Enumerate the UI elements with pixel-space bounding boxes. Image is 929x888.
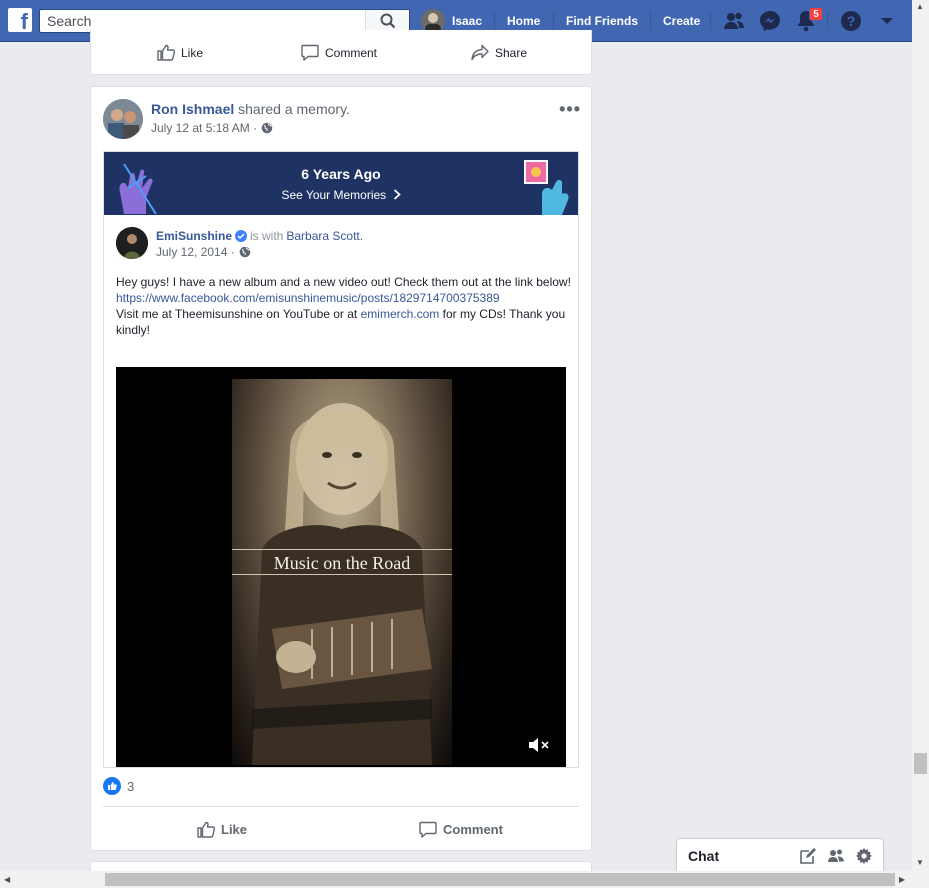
- original-post-date[interactable]: July 12, 2014 ·: [156, 245, 235, 259]
- nav-divider: [553, 12, 554, 30]
- with-text: is with: [250, 229, 284, 243]
- original-poster-name-link[interactable]: EmiSunshine: [156, 229, 232, 243]
- memory-attachment: 6 Years Ago See Your Memories EmiSunshin…: [103, 151, 579, 768]
- profile-name: Isaac: [452, 14, 483, 28]
- post-text-line: Hey guys! I have a new album and a new v…: [116, 275, 571, 289]
- comment-button[interactable]: Comment: [419, 821, 503, 838]
- help-icon[interactable]: ?: [839, 9, 863, 33]
- messenger-icon[interactable]: [758, 9, 782, 33]
- post-timestamp[interactable]: July 12 at 5:18 AM ·: [151, 121, 257, 135]
- post-text-segment: Visit me at Theemisunshine on YouTube or…: [116, 307, 361, 321]
- comment-button[interactable]: Comment: [301, 44, 377, 61]
- share-icon: [471, 44, 489, 61]
- like-label: Like: [221, 822, 248, 837]
- post-url-link[interactable]: https://www.facebook.com/emisunshinemusi…: [116, 291, 500, 305]
- volume-muted-icon: [529, 738, 549, 752]
- scroll-down-arrow-icon[interactable]: ▼: [916, 858, 924, 867]
- vertical-scrollbar[interactable]: [912, 0, 929, 871]
- vertical-scroll-thumb[interactable]: [914, 753, 927, 774]
- horizontal-scroll-thumb[interactable]: [105, 873, 895, 886]
- original-post-text: Hey guys! I have a new album and a new v…: [116, 274, 571, 338]
- reaction-count: 3: [127, 778, 135, 794]
- globe-icon: [261, 122, 273, 134]
- tagged-person-link[interactable]: Barbara Scott.: [286, 229, 363, 243]
- nav-divider: [827, 12, 828, 30]
- post-text-line: Visit me at Theemisunshine on YouTube or…: [116, 306, 571, 338]
- previous-post-card: Like Comment Share: [90, 30, 592, 75]
- nav-divider: [650, 12, 651, 30]
- see-memories-label: See Your Memories: [281, 188, 387, 202]
- svg-text:?: ?: [847, 13, 856, 29]
- comment-icon: [419, 821, 437, 838]
- post-meta: July 12 at 5:18 AM ·: [151, 121, 273, 135]
- like-button[interactable]: Like: [157, 44, 203, 61]
- original-post-meta: July 12, 2014 ·: [156, 245, 251, 259]
- nav-divider: [710, 12, 711, 30]
- search-button[interactable]: [365, 10, 409, 32]
- reactions-summary[interactable]: 3: [103, 777, 134, 795]
- like-label: Like: [181, 45, 204, 60]
- thumbs-up-icon: [197, 821, 215, 838]
- nav-divider: [494, 12, 495, 30]
- search-icon: [380, 13, 395, 29]
- memory-post-card: Ron Ishmael shared a memory. July 12 at …: [90, 86, 592, 851]
- like-button[interactable]: Like: [197, 821, 247, 838]
- video-caption-overlay: Music on the Road: [232, 549, 452, 575]
- chat-actions: [799, 847, 873, 865]
- new-message-icon[interactable]: [799, 847, 817, 865]
- post-header: Ron Ishmael shared a memory.: [151, 101, 350, 117]
- share-label: Share: [495, 45, 528, 60]
- reactions-divider: [103, 806, 579, 807]
- globe-icon: [239, 246, 251, 258]
- emimerch-link[interactable]: emimerch.com: [361, 307, 440, 321]
- gear-icon[interactable]: [855, 847, 873, 865]
- share-button[interactable]: Share: [471, 44, 527, 61]
- search-input[interactable]: [40, 10, 360, 32]
- post-action-text: shared a memory.: [238, 101, 350, 117]
- comment-icon: [301, 44, 319, 61]
- scroll-up-arrow-icon[interactable]: ▲: [916, 2, 924, 11]
- facebook-logo-icon[interactable]: f: [8, 8, 32, 32]
- video-player[interactable]: Music on the Road: [116, 367, 566, 767]
- original-post-header: EmiSunshine is with Barbara Scott.: [156, 229, 363, 243]
- thumbs-up-icon: [157, 44, 175, 61]
- chat-bar[interactable]: Chat: [676, 838, 884, 871]
- mute-toggle[interactable]: [528, 737, 550, 753]
- post-options-more-icon[interactable]: •••: [559, 99, 581, 120]
- comment-label: Comment: [443, 822, 503, 837]
- original-poster-avatar[interactable]: [116, 227, 148, 259]
- like-reaction-icon: [103, 777, 121, 795]
- chat-label: Chat: [688, 848, 720, 864]
- account-menu-chevron-down-icon[interactable]: [875, 9, 899, 33]
- comment-label: Comment: [325, 45, 378, 60]
- scroll-right-arrow-icon[interactable]: ▶: [899, 875, 905, 884]
- verified-badge-icon: [235, 230, 248, 242]
- memory-title: 6 Years Ago: [301, 166, 381, 182]
- memory-banner[interactable]: 6 Years Ago See Your Memories: [104, 152, 578, 215]
- chevron-right-icon: [393, 189, 401, 200]
- create-group-icon[interactable]: [827, 847, 845, 865]
- friend-requests-icon[interactable]: [722, 9, 746, 33]
- notification-badge: 5: [809, 7, 823, 21]
- see-memories-link[interactable]: See Your Memories: [104, 188, 578, 202]
- poster-avatar[interactable]: [103, 99, 143, 139]
- poster-name-link[interactable]: Ron Ishmael: [151, 101, 234, 117]
- scroll-left-arrow-icon[interactable]: ◀: [4, 875, 10, 884]
- nav-create[interactable]: Create: [663, 0, 700, 42]
